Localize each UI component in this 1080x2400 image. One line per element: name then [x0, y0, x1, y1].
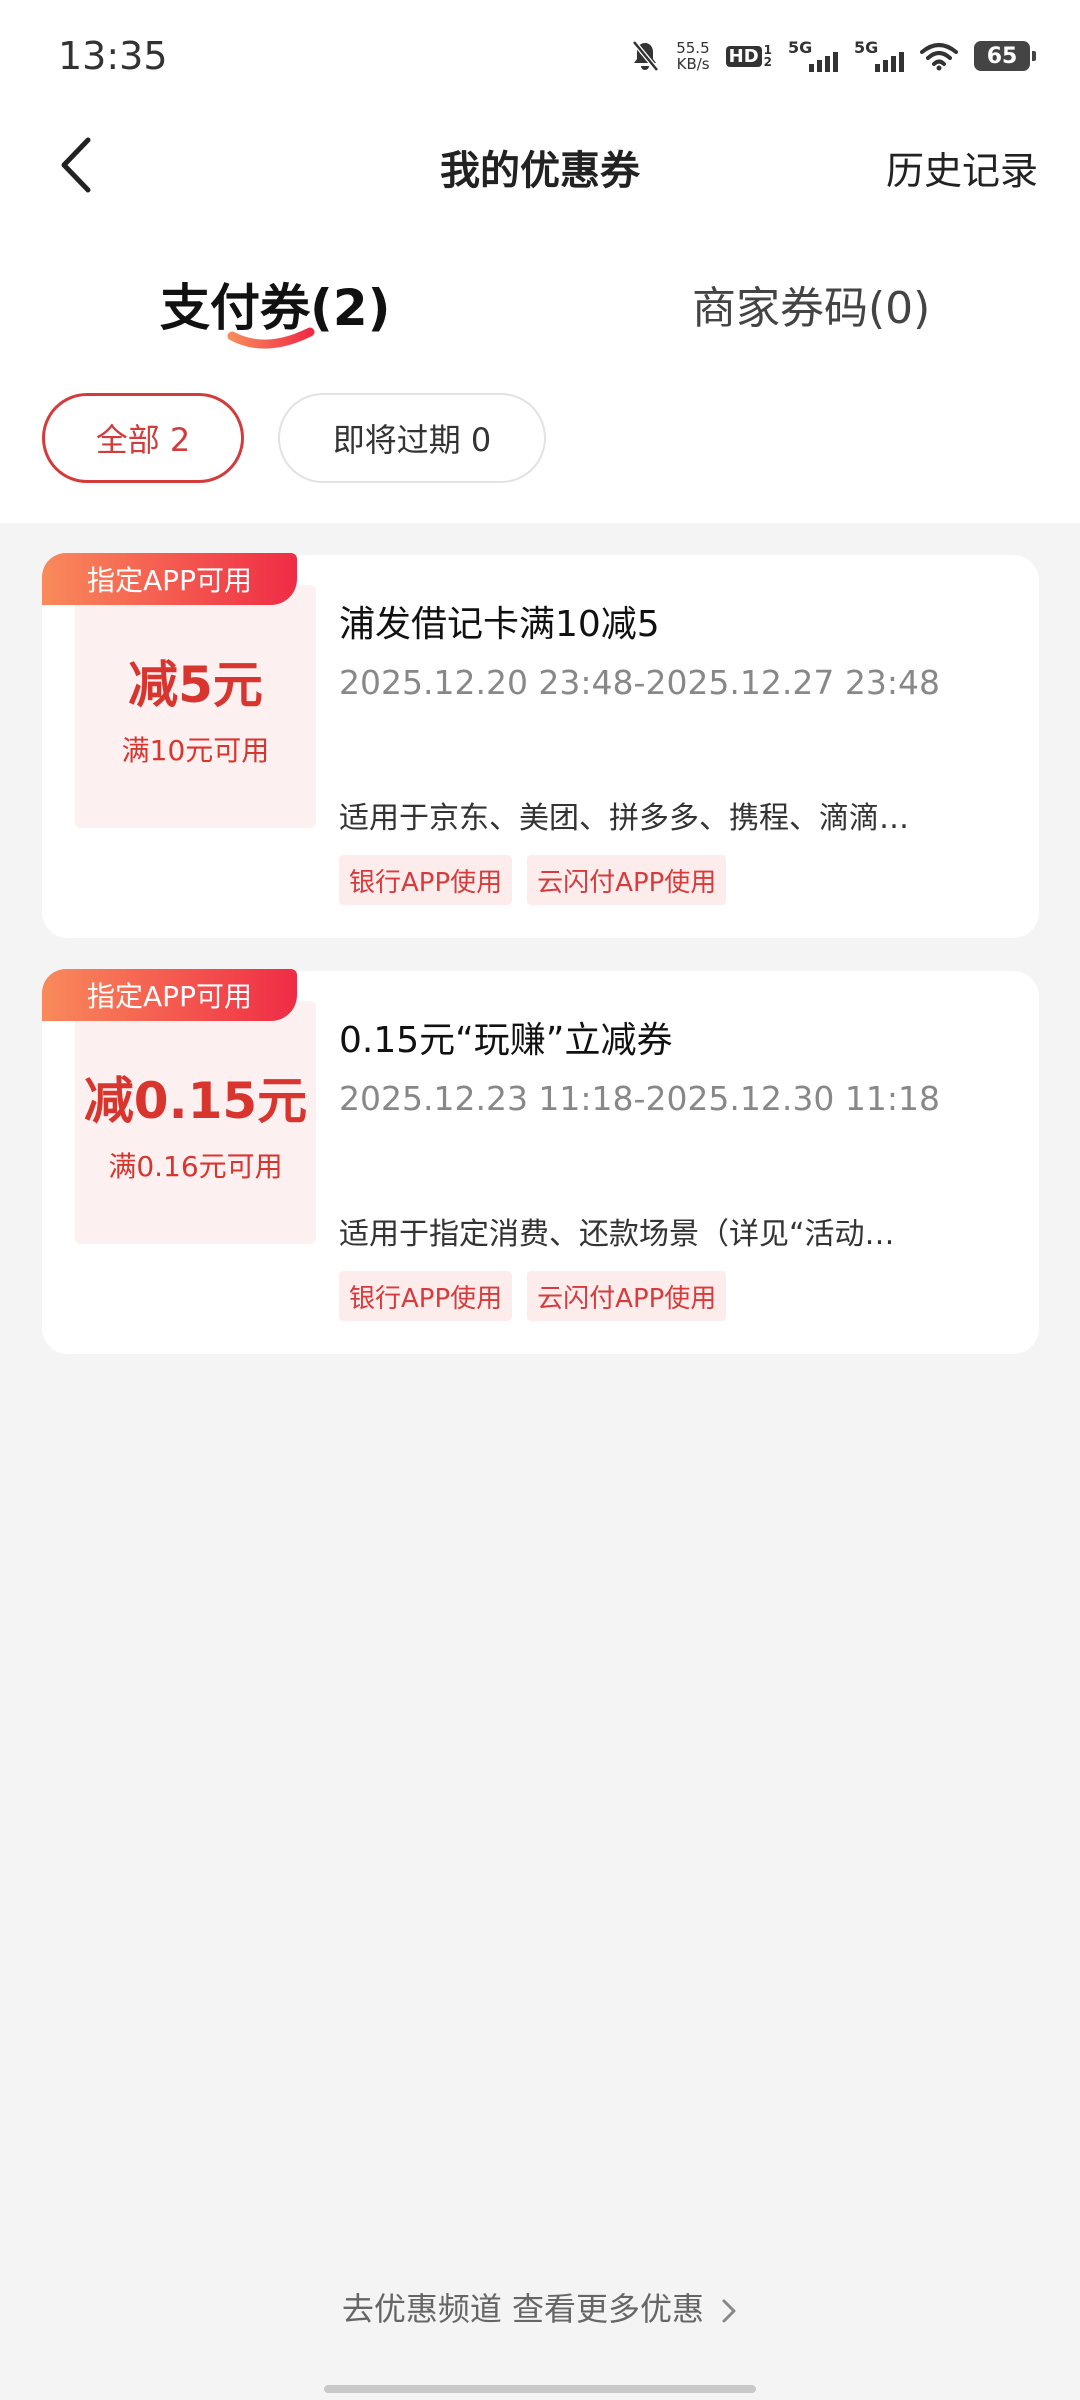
filter-all-chip[interactable]: 全部 2 — [42, 393, 244, 483]
chevron-right-icon — [722, 2299, 736, 2323]
coupon-description: 适用于京东、美团、拼多多、携程、滴滴… — [339, 801, 909, 836]
usage-tag: 云闪付APP使用 — [527, 855, 727, 905]
net-speed: 55.5 KB/s — [676, 40, 709, 72]
home-indicator[interactable] — [324, 2385, 756, 2393]
coupon-card[interactable]: 减0.15元 满0.16元可用 指定APP可用 0.15元“玩赚”立减券 202… — [42, 969, 1039, 1354]
hd-indicator: HD 1 2 — [725, 44, 772, 69]
usage-tag: 银行APP使用 — [339, 855, 513, 905]
status-bar: 13:35 55.5 KB/s HD 1 2 5G 5G 65 — [0, 0, 1080, 115]
signal-sim1: 5G — [788, 38, 838, 74]
more-offers-label: 去优惠频道 查看更多优惠 — [341, 2290, 704, 2328]
status-icons: 55.5 KB/s HD 1 2 5G 5G 65 — [630, 36, 1036, 76]
filter-expiring-chip[interactable]: 即将过期 0 — [278, 393, 546, 483]
coupon-condition: 满0.16元可用 — [108, 1149, 283, 1183]
coupon-amount-box: 减5元 满10元可用 — [75, 585, 316, 828]
hd-sub-bottom: 2 — [763, 55, 772, 69]
active-tab-indicator — [227, 327, 315, 349]
coupon-description: 适用于指定消费、还款场景（详见“活动… — [339, 1217, 895, 1252]
signal-sim2: 5G — [854, 38, 904, 74]
coupon-title: 浦发借记卡满10减5 — [339, 604, 660, 645]
coupon-amount: 减5元 — [128, 655, 263, 714]
mute-bell-icon — [632, 40, 660, 72]
signal-bars-icon — [809, 52, 838, 72]
coupon-tabs: 支付券(2) 商家券码(0) — [0, 258, 1080, 358]
hd-label: HD — [725, 45, 762, 67]
coupon-amount: 减0.15元 — [83, 1071, 308, 1130]
history-button[interactable]: 历史记录 — [886, 140, 1038, 195]
net-speed-value: 55.5 — [676, 39, 710, 57]
tab-merchant-codes[interactable]: 商家券码(0) — [692, 272, 930, 336]
app-only-badge: 指定APP可用 — [42, 969, 297, 1021]
battery-icon: 65 — [974, 41, 1036, 71]
nav-header: 我的优惠券 历史记录 — [0, 120, 1080, 210]
coupon-validity: 2025.12.20 23:48-2025.12.27 23:48 — [339, 663, 940, 702]
coupon-amount-box: 减0.15元 满0.16元可用 — [75, 1001, 316, 1244]
coupon-condition: 满10元可用 — [121, 733, 270, 767]
coupon-card[interactable]: 减5元 满10元可用 指定APP可用 浦发借记卡满10减5 2025.12.20… — [42, 553, 1039, 938]
more-offers-link[interactable]: 去优惠频道 查看更多优惠 — [0, 2284, 1080, 2330]
coupon-title: 0.15元“玩赚”立减券 — [339, 1020, 673, 1061]
coupon-validity: 2025.12.23 11:18-2025.12.30 11:18 — [339, 1079, 940, 1118]
coupon-tags: 银行APP使用 云闪付APP使用 — [339, 855, 727, 905]
wifi-icon — [920, 43, 958, 71]
battery-level: 65 — [986, 43, 1018, 69]
net-speed-unit: KB/s — [676, 55, 710, 73]
signal-bars-icon — [875, 52, 904, 72]
status-time: 13:35 — [58, 34, 168, 78]
coupon-tags: 银行APP使用 云闪付APP使用 — [339, 1271, 727, 1321]
app-only-badge: 指定APP可用 — [42, 553, 297, 605]
usage-tag: 云闪付APP使用 — [527, 1271, 727, 1321]
usage-tag: 银行APP使用 — [339, 1271, 513, 1321]
